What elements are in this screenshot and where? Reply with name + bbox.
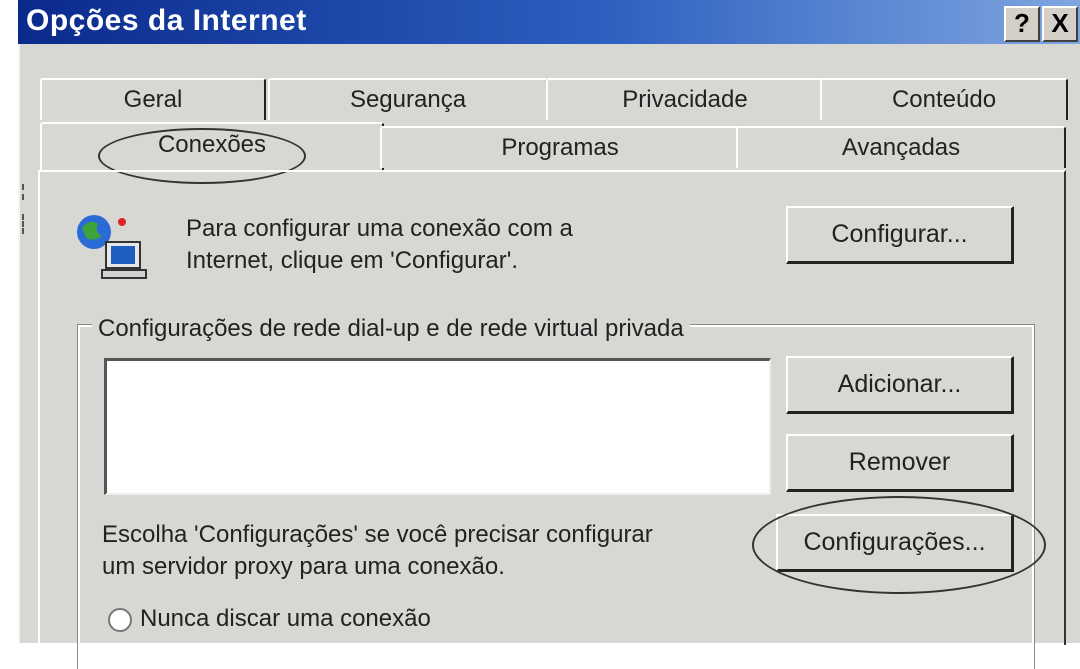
- never-dial-label: Nunca discar uma conexão: [140, 605, 431, 632]
- tab-avancadas[interactable]: Avançadas: [736, 126, 1066, 168]
- proxy-text-line2: um servidor proxy para uma conexão.: [102, 553, 505, 580]
- tab-seguranca[interactable]: Segurança: [268, 78, 548, 120]
- tab-geral[interactable]: Geral: [40, 78, 266, 120]
- dialup-group-title: Configurações de rede dial-up e de rede …: [92, 312, 690, 345]
- close-button[interactable]: X: [1042, 6, 1078, 42]
- never-dial-radio[interactable]: [108, 608, 132, 632]
- remover-button[interactable]: Remover: [786, 434, 1014, 492]
- setup-text-line2: Internet, clique em 'Configurar'.: [186, 247, 518, 274]
- tab-conteudo[interactable]: Conteúdo: [820, 78, 1068, 120]
- setup-text-line1: Para configurar uma conexão com a: [186, 215, 573, 242]
- adicionar-button[interactable]: Adicionar...: [786, 356, 1014, 414]
- proxy-text-line1: Escolha 'Configurações' se você precisar…: [102, 521, 653, 548]
- window-title: Opções da Internet: [26, 4, 307, 37]
- divider: [22, 214, 24, 234]
- help-button[interactable]: ?: [1004, 6, 1040, 42]
- tab-programas[interactable]: Programas: [380, 126, 740, 168]
- tab-privacidade[interactable]: Privacidade: [546, 78, 824, 120]
- connections-listbox[interactable]: [104, 358, 771, 495]
- configurar-button[interactable]: Configurar...: [786, 206, 1014, 264]
- title-bar: Opções da Internet ? X: [18, 0, 1080, 44]
- divider: [22, 184, 24, 200]
- connection-wizard-icon: [72, 210, 162, 290]
- highlight-ellipse: [752, 496, 1046, 594]
